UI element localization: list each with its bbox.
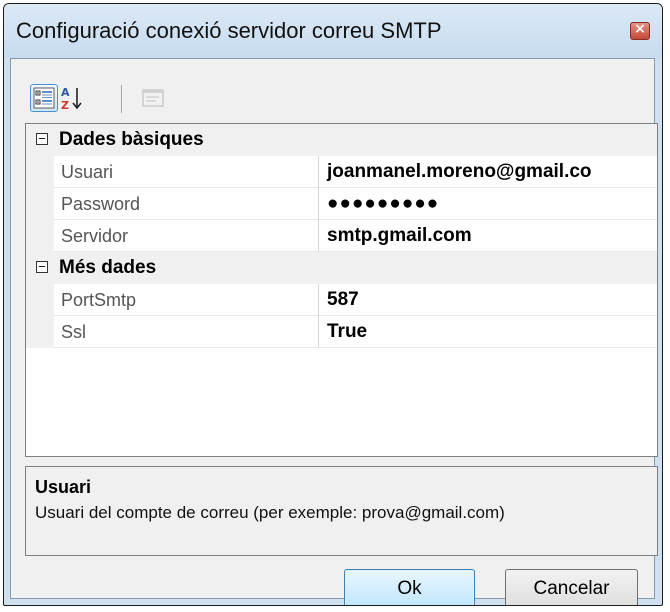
alphabetical-view-button[interactable]: A Z	[59, 84, 87, 112]
property-name-cell[interactable]: Password	[54, 188, 319, 220]
window-title: Configuració conexió servidor correu SMT…	[16, 18, 442, 43]
ok-button[interactable]: Ok	[344, 569, 475, 605]
category-label: Més dades	[59, 257, 157, 278]
property-row-usuari[interactable]: Usuari joanmanel.moreno@gmail.co	[26, 156, 657, 188]
row-margin	[26, 316, 54, 348]
property-value: 587	[327, 289, 359, 310]
dialog-client-area: A Z Dades bàsiques Usuari joanmanel.more…	[10, 58, 658, 605]
property-row-portsmtp[interactable]: PortSmtp 587	[26, 284, 657, 316]
property-value-cell[interactable]: True	[319, 316, 657, 348]
cancel-button[interactable]: Cancelar	[505, 569, 638, 605]
property-name-cell[interactable]: Usuari	[54, 156, 319, 188]
property-value-cell[interactable]: smtp.gmail.com	[319, 220, 657, 252]
property-name: Usuari	[61, 162, 114, 182]
property-value: ●●●●●●●●●	[327, 193, 440, 214]
categorized-view-button[interactable]	[30, 84, 58, 112]
dialog-window: Configuració conexió servidor correu SMT…	[3, 3, 663, 606]
category-row-mes-dades[interactable]: Més dades	[26, 252, 657, 284]
collapse-icon[interactable]	[36, 133, 48, 145]
help-description: Usuari del compte de correu (per exemple…	[35, 503, 505, 522]
property-name-cell[interactable]: PortSmtp	[54, 284, 319, 316]
category-label: Dades bàsiques	[59, 129, 204, 150]
property-value-cell[interactable]: joanmanel.moreno@gmail.co	[319, 156, 657, 188]
property-pages-button[interactable]	[139, 84, 167, 112]
close-icon: ×	[634, 21, 646, 37]
row-margin	[26, 220, 54, 252]
title-bar[interactable]: Configuració conexió servidor correu SMT…	[4, 4, 662, 58]
svg-text:A: A	[61, 86, 70, 99]
help-panel: Usuari Usuari del compte de correu (per …	[25, 466, 658, 556]
property-name: Ssl	[61, 322, 87, 342]
property-name: Servidor	[61, 226, 129, 246]
toolbar-separator	[121, 85, 122, 113]
property-name: Password	[61, 194, 141, 214]
close-button[interactable]: ×	[630, 21, 650, 40]
row-margin	[26, 284, 54, 316]
property-grid-toolbar: A Z	[11, 59, 654, 119]
property-row-password[interactable]: Password ●●●●●●●●●	[26, 188, 657, 220]
row-margin	[26, 156, 54, 188]
property-grid: Dades bàsiques Usuari joanmanel.moreno@g…	[25, 123, 658, 457]
categorized-icon	[33, 87, 55, 109]
help-title: Usuari	[35, 477, 92, 497]
collapse-icon[interactable]	[36, 261, 48, 273]
property-name-cell[interactable]: Ssl	[54, 316, 319, 348]
property-value: joanmanel.moreno@gmail.co	[327, 161, 592, 182]
property-value: smtp.gmail.com	[327, 225, 472, 246]
property-row-ssl[interactable]: Ssl True	[26, 316, 657, 348]
property-pages-icon	[142, 89, 164, 107]
property-value-cell[interactable]: ●●●●●●●●●	[319, 188, 657, 220]
row-margin	[26, 188, 54, 220]
svg-text:Z: Z	[61, 99, 69, 112]
property-value-cell[interactable]: 587	[319, 284, 657, 316]
property-name-cell[interactable]: Servidor	[54, 220, 319, 252]
property-row-servidor[interactable]: Servidor smtp.gmail.com	[26, 220, 657, 252]
alphabetical-sort-icon: A Z	[61, 86, 82, 112]
property-value: True	[327, 321, 368, 342]
category-row-dades-basiques[interactable]: Dades bàsiques	[26, 124, 657, 156]
property-name: PortSmtp	[61, 290, 137, 310]
